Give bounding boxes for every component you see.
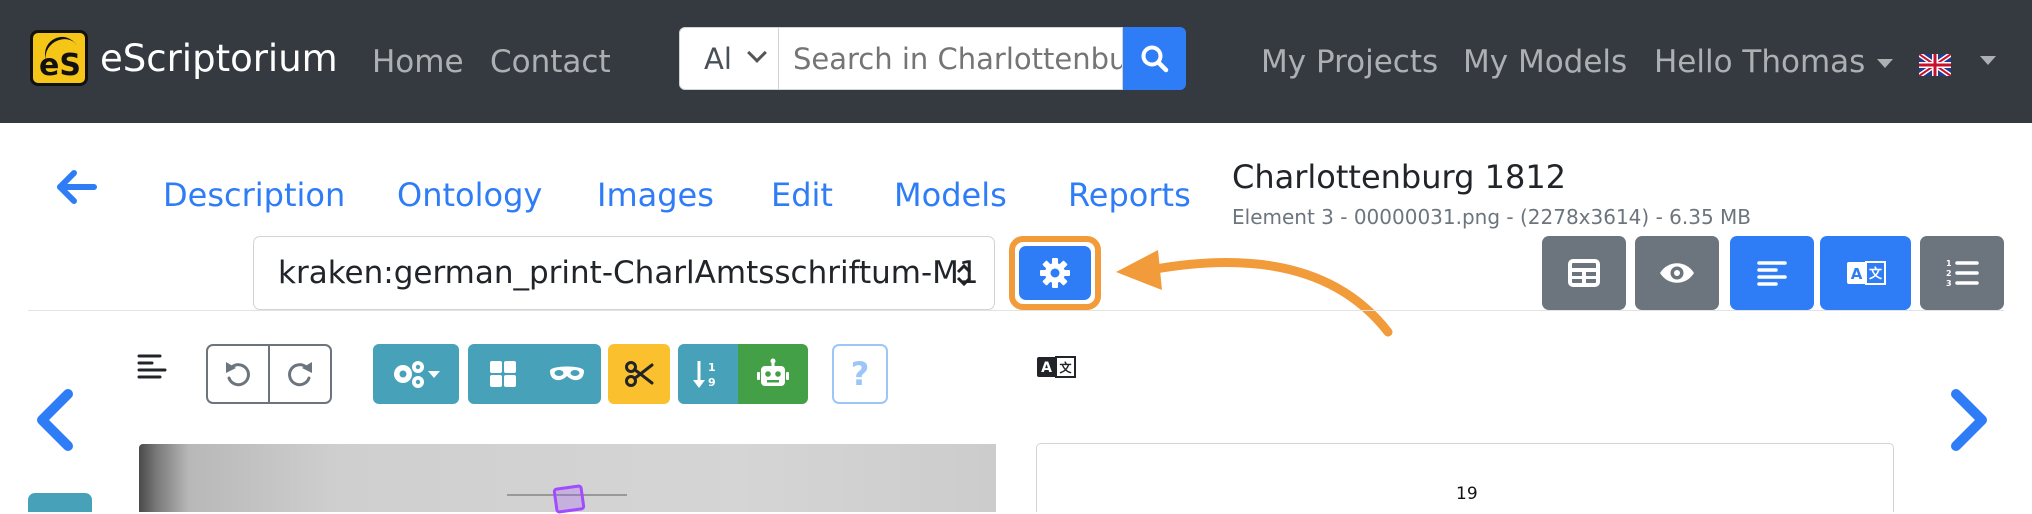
toggle-order-panel-button[interactable]: 1 2 3 <box>1920 236 2004 310</box>
search-icon <box>1141 45 1168 72</box>
toggle-regions-button[interactable] <box>471 344 535 404</box>
chevron-right-icon <box>1951 389 1987 451</box>
svg-text:9: 9 <box>708 376 716 389</box>
chevron-left-icon <box>37 389 73 451</box>
brand[interactable]: eS eScriptorium <box>30 30 338 86</box>
segmentation-image-panel[interactable] <box>139 444 996 514</box>
select-updown-icon <box>956 263 972 287</box>
next-page-button[interactable] <box>1948 388 1992 456</box>
arrow-left-icon <box>57 170 97 204</box>
transcription-panel-title-icon: A 文 <box>1036 356 1076 382</box>
transcription-model-select[interactable]: kraken:german_print-CharlAmtsschriftum-M… <box>253 236 995 310</box>
tab-reports[interactable]: Reports <box>1068 176 1191 214</box>
nav-contact-link[interactable]: Contact <box>490 44 611 80</box>
search-group: Al <box>679 27 1186 90</box>
nav-home-link[interactable]: Home <box>372 44 464 80</box>
undo-redo-group <box>206 344 332 404</box>
tab-description[interactable]: Description <box>163 176 345 214</box>
redo-button[interactable] <box>270 346 330 402</box>
user-greeting: Hello Thomas <box>1654 44 1866 80</box>
numbered-list-icon: 1 2 3 <box>1946 259 1979 288</box>
search-input[interactable] <box>779 27 1123 90</box>
gear-icon <box>1040 258 1070 288</box>
auto-segment-button[interactable] <box>738 344 808 404</box>
language-caret-icon[interactable] <box>1980 56 1996 65</box>
brand-name[interactable]: eScriptorium <box>100 37 338 80</box>
caret-down-icon <box>1877 59 1894 68</box>
align-left-icon <box>1757 261 1787 286</box>
redo-icon <box>288 362 312 387</box>
search-button[interactable] <box>1123 27 1186 90</box>
mask-tools-group <box>468 344 601 404</box>
table-icon <box>1568 259 1600 287</box>
divider <box>28 310 2004 311</box>
svg-text:1: 1 <box>1946 259 1952 268</box>
eye-icon <box>1660 263 1694 283</box>
settings-highlight <box>1009 236 1101 310</box>
reorder-lines-button[interactable]: 1 9 <box>678 344 738 404</box>
undo-icon <box>226 362 250 387</box>
toggle-segmentation-panel-button[interactable] <box>1730 236 1814 310</box>
document-title: Charlottenburg 1812 <box>1232 158 1567 196</box>
svg-text:A: A <box>1041 360 1052 376</box>
uk-flag-icon[interactable] <box>1919 54 1951 76</box>
user-menu-toggle[interactable]: Hello Thomas <box>1654 44 1894 80</box>
tab-ontology[interactable]: Ontology <box>397 176 542 214</box>
previous-page-button[interactable] <box>32 388 76 456</box>
grid-icon <box>489 361 516 387</box>
toggle-masks-button[interactable] <box>535 344 599 404</box>
cut-tool-button[interactable] <box>608 344 670 404</box>
nav-my-models-link[interactable]: My Models <box>1463 44 1627 80</box>
toggle-source-panel-button[interactable] <box>1635 236 1719 310</box>
gears-dropdown-icon <box>394 361 440 388</box>
robot-icon <box>757 358 789 386</box>
scissors-icon <box>625 361 654 387</box>
top-navbar: eS eScriptorium Home Contact Al My Proje… <box>0 0 2032 123</box>
panel-title-icon <box>136 352 168 388</box>
side-tab-button[interactable] <box>28 493 92 512</box>
svg-text:A: A <box>1850 265 1862 283</box>
tab-models[interactable]: Models <box>894 176 1007 214</box>
translate-icon: A 文 <box>1037 356 1076 378</box>
mask-icon <box>549 366 584 381</box>
undo-button[interactable] <box>208 346 270 402</box>
transcription-settings-button[interactable] <box>1019 246 1091 300</box>
svg-text:文: 文 <box>1868 266 1882 282</box>
help-button[interactable]: ? <box>832 344 888 404</box>
toggle-transcription-panel-button[interactable]: A 文 <box>1820 236 1911 310</box>
sort-numeric-icon: 1 9 <box>693 361 716 389</box>
svg-text:3: 3 <box>1946 279 1952 288</box>
nav-my-projects-link[interactable]: My Projects <box>1261 44 1438 80</box>
back-button[interactable] <box>54 168 98 210</box>
page-number-text: 19 <box>1456 484 1478 504</box>
document-subtitle: Element 3 - 00000031.png - (2278x3614) -… <box>1232 205 1752 229</box>
svg-text:2: 2 <box>1946 269 1952 278</box>
tab-edit[interactable]: Edit <box>771 176 833 214</box>
translate-icon: A 文 <box>1846 261 1886 285</box>
svg-text:1: 1 <box>708 361 716 374</box>
toggle-table-panel-button[interactable] <box>1542 236 1626 310</box>
annotation-arrow <box>1116 250 1393 337</box>
chevron-down-icon <box>747 43 767 63</box>
escriptorium-logo: eS <box>30 30 88 86</box>
line-polygon[interactable] <box>552 484 586 514</box>
search-scope-select[interactable]: Al <box>679 27 779 90</box>
segmentation-settings-dropdown[interactable] <box>373 344 459 404</box>
tab-images[interactable]: Images <box>597 176 714 214</box>
align-left-icon <box>137 354 167 379</box>
svg-text:文: 文 <box>1059 360 1072 375</box>
